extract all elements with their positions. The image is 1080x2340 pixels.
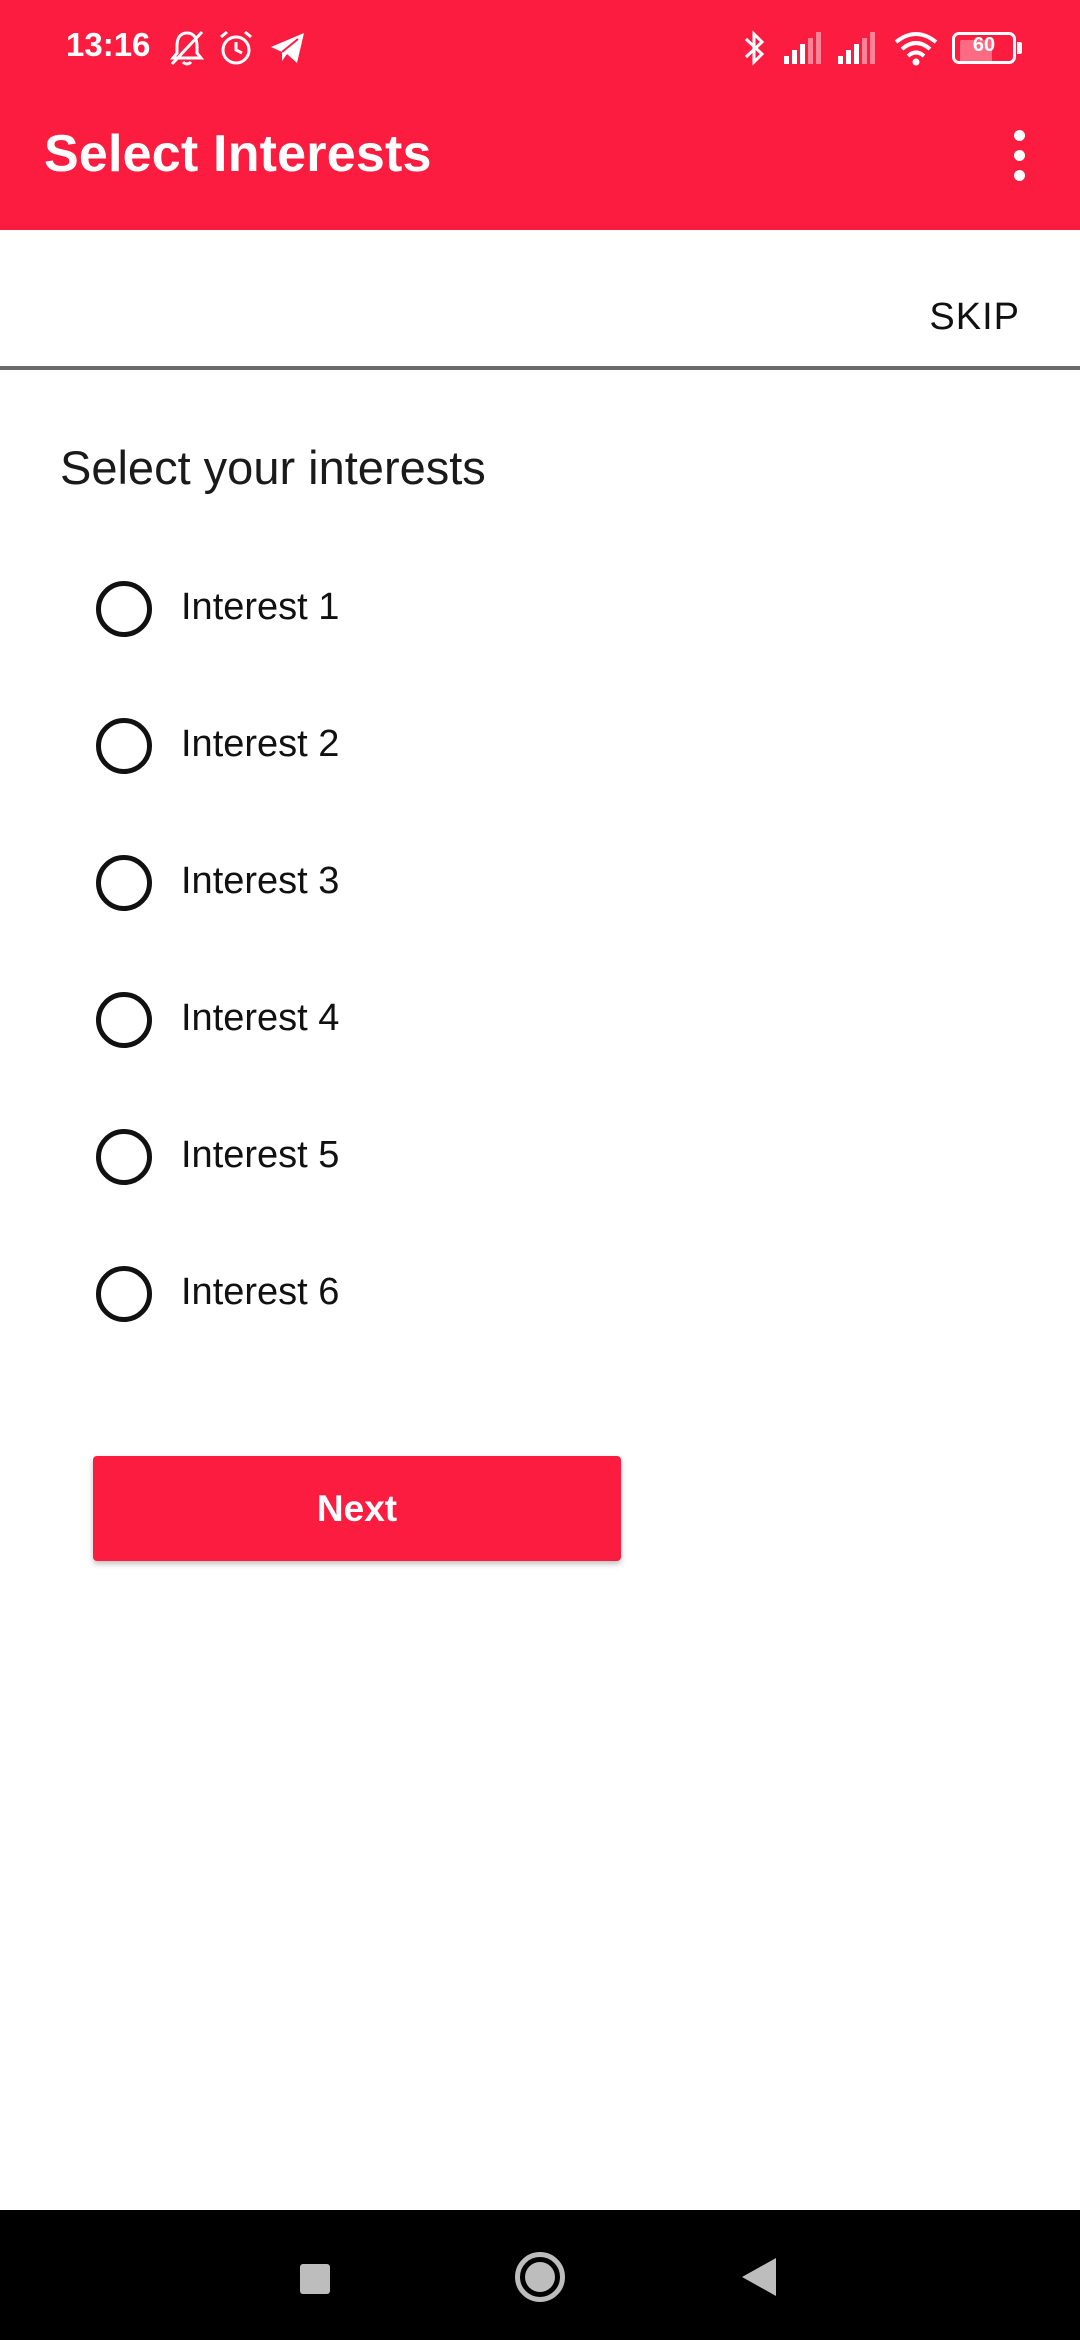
option-label: Interest 4 (181, 997, 340, 1039)
radio-button-unchecked-icon[interactable] (96, 855, 152, 911)
interest-option-2[interactable]: Interest 2 (96, 710, 796, 847)
radio-button-unchecked-icon[interactable] (96, 1129, 152, 1185)
signal-1-icon (782, 28, 824, 73)
option-label: Interest 6 (181, 1271, 340, 1313)
home-icon[interactable] (515, 2252, 565, 2302)
bluetooth-icon (742, 28, 768, 73)
telegram-icon (268, 28, 308, 73)
battery-level: 60 (972, 34, 996, 56)
option-label: Interest 1 (181, 586, 340, 628)
app-header: 13:16 60 Select Interests (0, 0, 1080, 230)
skip-button[interactable]: SKIP (929, 296, 1020, 339)
radio-button-unchecked-icon[interactable] (96, 992, 152, 1048)
interest-option-3[interactable]: Interest 3 (96, 847, 796, 984)
interest-option-6[interactable]: Interest 6 (96, 1258, 796, 1395)
option-label: Interest 3 (181, 860, 340, 902)
system-nav-bar (0, 2210, 1080, 2340)
page-title: Select Interests (44, 125, 432, 183)
interest-option-5[interactable]: Interest 5 (96, 1121, 796, 1258)
alarm-icon (216, 28, 256, 73)
next-button-label: Next (316, 1487, 398, 1529)
status-time: 13:16 (66, 26, 151, 63)
option-label: Interest 5 (181, 1134, 340, 1176)
interest-option-4[interactable]: Interest 4 (96, 984, 796, 1121)
battery-indicator: 60 (952, 32, 1022, 64)
recents-icon[interactable] (300, 2264, 330, 2294)
more-vert-icon[interactable] (1000, 120, 1040, 190)
back-icon[interactable] (742, 2258, 776, 2296)
signal-2-icon (836, 28, 878, 73)
status-bar: 13:16 60 (0, 0, 1080, 96)
radio-button-unchecked-icon[interactable] (96, 1266, 152, 1322)
option-label: Interest 2 (181, 723, 340, 765)
bell-off-icon (168, 28, 206, 73)
skip-bar: SKIP (0, 230, 1080, 370)
radio-button-unchecked-icon[interactable] (96, 718, 152, 774)
interest-list: Interest 1 Interest 2 Interest 3 Interes… (96, 573, 796, 1395)
radio-button-unchecked-icon[interactable] (96, 581, 152, 637)
next-button[interactable]: Next (93, 1456, 621, 1561)
wifi-icon (892, 28, 940, 73)
interest-option-1[interactable]: Interest 1 (96, 573, 796, 710)
screen: 13:16 60 Select Interests SKIP Select yo… (0, 0, 1080, 2340)
section-heading: Select your interests (60, 441, 486, 494)
